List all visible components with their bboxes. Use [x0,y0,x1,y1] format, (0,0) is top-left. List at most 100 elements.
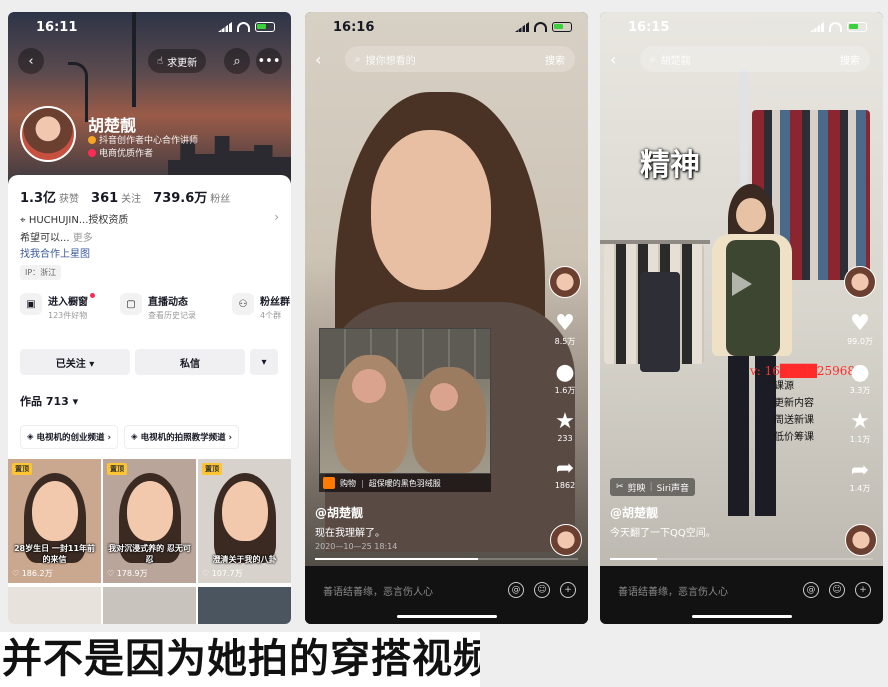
author-avatar[interactable] [549,266,581,298]
music-disc[interactable] [550,524,582,556]
video-tile[interactable] [103,587,196,624]
more-button[interactable]: ••• [256,48,282,74]
request-update-label: 求更新 [167,57,198,69]
service-shop-title: 进入橱窗 [48,297,88,308]
star-link[interactable]: 找我合作上星图 [20,245,90,260]
followed-button[interactable]: 已关注 ▾ [20,349,130,375]
status-bar: 16:11 [8,12,291,42]
stat-following-label: 关注 [121,194,142,205]
message-button[interactable]: 私信 [135,349,245,375]
monkey-right [412,367,486,473]
channel-photo-label: 电视机的拍照教学频道 › [140,433,233,443]
video-person-face [371,130,491,290]
stat-likes[interactable]: 1.3亿 获赞 [20,187,79,206]
monkey-left-face [352,369,386,403]
ecommerce-tag: 电商优质作者 [88,146,153,159]
auth-line[interactable]: ⌖ HUCHUJIN...授权资质 [20,211,128,226]
search-submit-button[interactable]: 搜索 [840,52,860,67]
video-tile[interactable]: 置顶 28岁生日 一封11年前的来信 ♡ 186.2万 [8,459,101,583]
service-shop[interactable]: ▣ 进入橱窗 123件好物 [20,293,95,321]
comment-input[interactable]: 善语结善缘，恶言伤人心 [323,583,498,598]
pinned-badge: 置顶 [12,463,32,475]
video-date: 2020—5—2 21:16 [610,542,683,551]
like-count: 8.5万 [554,337,576,346]
stat-fans[interactable]: 739.6万 粉丝 [153,187,230,206]
service-fans-group[interactable]: ⚇ 粉丝群 4个群 [232,293,290,321]
play-icon[interactable] [720,264,760,304]
video-subtitle: 并不是因为她拍的穿搭视频 [0,632,480,687]
profile-card: 1.3亿 获赞 361 关注 739.6万 粉丝 ⌖ HUCHUJIN...授权资质 … [8,175,291,624]
comment-button[interactable]: ● 3.3万 [850,361,871,396]
favorite-button[interactable]: ★ 233 [555,410,575,444]
signal-icon [218,22,232,32]
back-button[interactable]: ‹ [18,48,44,74]
stat-following-value: 361 [91,191,119,206]
video-progress-fill [610,558,658,560]
thumbnail-face [126,481,173,541]
comment-count: 1.6万 [554,386,576,395]
video-progress[interactable] [315,558,578,560]
channel-photo[interactable]: ◈ 电视机的拍照教学频道 › [124,425,240,449]
capcut-chip[interactable]: ✂ 剪映 | Siri声音 [610,478,696,496]
at-icon[interactable]: @ [508,582,524,598]
video-tile[interactable]: 置顶 我对沉浸式养的 忍无可忍 ♡ 178.9万 [103,459,196,583]
ecommerce-tag-label: 电商优质作者 [99,149,154,159]
home-indicator [691,615,792,618]
share-button[interactable]: ➦ 1862 [554,456,576,491]
recommend-toggle-button[interactable]: ▾ [250,349,278,375]
search-placeholder: 搜你想看的 [365,55,416,67]
avatar[interactable] [20,106,76,162]
bio: 希望可以... 更多 [20,229,93,244]
battery-icon [847,22,867,32]
stat-likes-label: 获赞 [59,194,80,205]
author-name[interactable]: @胡楚靓 [610,504,658,521]
shopping-bar[interactable]: 购物 | 超保暖的黑色羽绒服 [319,474,491,492]
status-bar: 16:16 [305,12,588,42]
comment-button[interactable]: ● 1.6万 [555,361,576,396]
back-arrow-icon[interactable]: ‹ [610,50,616,69]
request-update-button[interactable]: ☝ 求更新 [148,49,207,73]
author-name[interactable]: @胡楚靓 [315,504,363,521]
at-icon[interactable]: @ [803,582,819,598]
share-count: 1862 [554,481,576,490]
video-screen-1: 16:16 ‹ ⌕ 搜你想看的 搜索 ♥ 8.5万 ● 1.6万 ★ 233 ➦ 186… [305,12,588,624]
search-bar[interactable]: ⌕ 搜你想看的 搜索 [345,46,575,72]
service-live[interactable]: ▢ 直播动态 查看历史记录 [120,293,196,321]
emoji-icon[interactable]: ☺ [829,582,845,598]
battery-icon [255,22,275,32]
share-icon: ➦ [555,456,575,481]
layers-icon: ◈ [131,432,138,442]
video-tile[interactable] [198,587,291,624]
stat-following[interactable]: 361 关注 [91,190,141,206]
author-avatar[interactable] [844,266,876,298]
comment-input[interactable]: 善语结善缘，恶言伤人心 [618,583,793,598]
signal-icon [810,22,824,32]
plus-icon[interactable]: + [560,582,576,598]
search-icon: ⌕ [233,53,241,69]
search-submit-button[interactable]: 搜索 [545,52,565,67]
search-bar[interactable]: ⌕ 胡楚靓 搜索 [640,46,870,72]
search-button[interactable]: ⌕ [224,48,250,74]
works-tab[interactable]: 作品 713 ▾ [20,393,78,409]
wifi-icon [237,22,250,32]
wifi-icon [534,22,547,32]
battery-icon [552,22,572,32]
profile-screen: 16:11 ‹ ☝ 求更新 ⌕ ••• 胡楚靓 抖音创作者中心合作讲师 电商优质作… [8,12,291,624]
video-tile[interactable]: 置顶 澄清关于我的八卦 ♡ 107.7万 [198,459,291,583]
fans-group-icon: ⚇ [232,293,254,315]
favorite-button[interactable]: ★ 1.1万 [850,410,871,445]
product-video-card[interactable] [319,328,491,474]
plus-icon[interactable]: + [855,582,871,598]
back-arrow-icon[interactable]: ‹ [315,50,321,69]
comment-icon: ● [850,360,870,385]
video-progress[interactable] [610,558,873,560]
channel-startup[interactable]: ◈ 电视机的创业频道 › [20,425,119,449]
bio-more-link[interactable]: 更多 [73,233,93,244]
tile-likes: ♡ 186.2万 [12,569,53,578]
emoji-icon[interactable]: ☺ [534,582,550,598]
like-button[interactable]: ♥ 99.0万 [847,312,873,347]
music-disc[interactable] [845,524,877,556]
share-button[interactable]: ➦ 1.4万 [850,459,871,494]
like-button[interactable]: ♥ 8.5万 [555,312,576,347]
video-tile[interactable] [8,587,101,624]
